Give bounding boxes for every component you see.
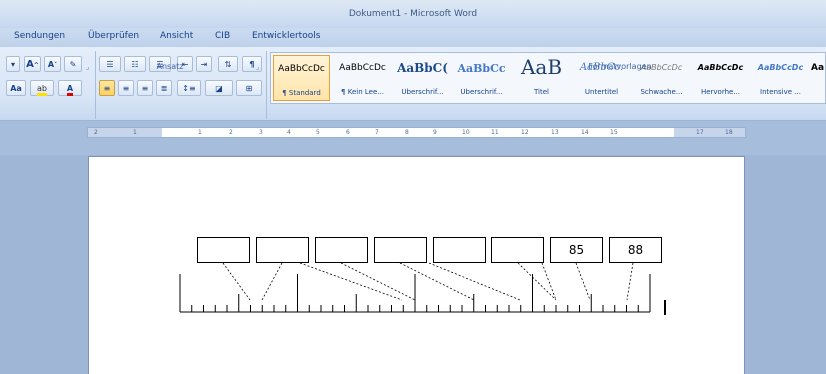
- connector-line: [428, 262, 521, 301]
- connector-line: [575, 262, 591, 301]
- connector-line: [399, 262, 475, 301]
- connector-line: [541, 262, 557, 301]
- number-line: [179, 274, 651, 313]
- connector-line: [222, 262, 251, 301]
- number-line-diagram: [179, 262, 666, 315]
- connector-lines: [222, 262, 634, 301]
- connector-line: [340, 262, 416, 301]
- connector-line: [299, 262, 403, 301]
- connector-line: [626, 262, 634, 301]
- connector-line: [517, 262, 557, 301]
- connector-line: [261, 262, 283, 301]
